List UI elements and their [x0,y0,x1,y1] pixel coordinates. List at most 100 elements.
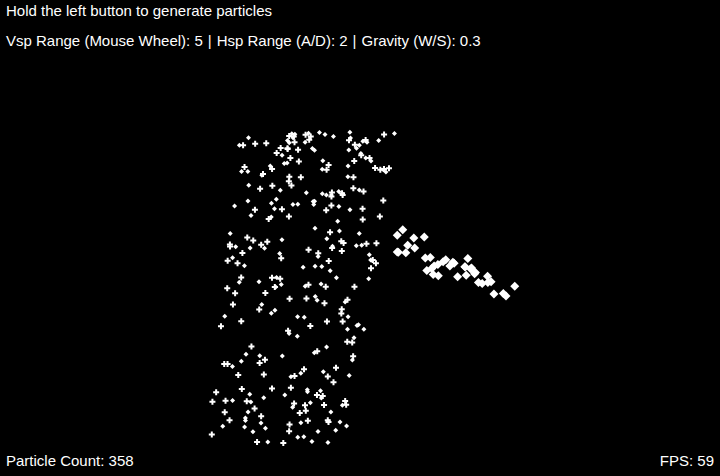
particle [318,388,323,393]
particle [453,272,462,281]
particle [284,145,290,151]
particle [489,289,498,298]
particle [221,361,227,367]
particle [252,207,258,213]
particle [305,418,311,424]
particle [233,244,238,249]
particle [297,410,303,416]
particle [328,202,334,208]
particle [280,354,285,359]
particle [314,392,320,398]
particle [316,429,321,434]
particle [311,199,316,204]
particle [303,284,308,289]
particle [358,151,363,156]
particle [368,265,374,271]
particle [261,371,267,377]
particle [314,348,320,354]
particle [341,240,347,246]
particle [269,385,275,391]
particle [230,255,235,260]
particle [302,402,308,408]
particle [295,202,300,207]
particle [280,440,286,446]
particle [235,372,241,378]
particle [364,140,369,145]
particle [238,274,244,280]
particle [333,365,339,371]
particle [287,296,293,302]
particle [471,268,480,277]
particle [350,174,356,180]
particle [410,244,419,253]
particle [292,139,298,145]
particle [345,327,350,332]
particle [230,364,235,369]
particle [325,373,331,379]
particle [372,165,378,171]
particle [346,314,351,319]
particle [340,319,346,325]
particle [274,150,280,156]
particle [239,250,245,256]
particle [287,331,292,336]
particle [325,440,330,445]
particle [321,369,326,374]
particle [401,248,410,257]
particle [317,130,322,135]
particle [256,306,262,312]
particle [295,147,301,153]
particle [321,300,327,306]
particle [448,258,457,267]
particle [272,308,277,313]
particle [288,374,293,379]
particle [248,343,254,349]
particle [243,415,248,420]
particle [295,314,300,319]
particle [361,189,367,195]
particle [279,282,284,287]
particle [346,164,351,169]
particle [303,296,309,302]
particle [278,188,283,193]
particle [258,421,263,426]
particle [257,353,262,358]
particle [258,413,264,419]
particle [291,400,297,406]
particle [262,290,268,296]
particle [269,183,275,189]
particle [326,258,332,264]
particle [383,169,388,174]
particle [336,204,341,209]
particle [245,198,250,203]
particle [351,158,357,164]
particle [286,213,292,219]
particle [320,158,325,163]
particle [308,400,313,405]
particle [261,395,266,400]
particle [304,190,309,195]
particle [242,263,247,268]
particle [224,285,230,291]
particle [282,161,287,166]
particle [242,164,248,170]
particle [230,398,235,403]
particle [324,236,329,241]
particle [286,428,292,434]
particle [252,141,258,147]
particle [349,340,355,346]
particle [239,386,245,392]
particle [324,319,330,325]
particle [272,284,278,290]
particle [347,130,352,135]
particle [269,201,274,206]
particle [376,138,381,143]
game-screen[interactable]: Hold the left button to generate particl… [0,0,720,476]
particle [278,145,284,151]
particle [360,216,366,222]
particle [295,435,300,440]
particle [346,137,352,143]
particle [381,132,387,138]
particle [313,294,318,299]
particle-field[interactable] [0,0,720,476]
